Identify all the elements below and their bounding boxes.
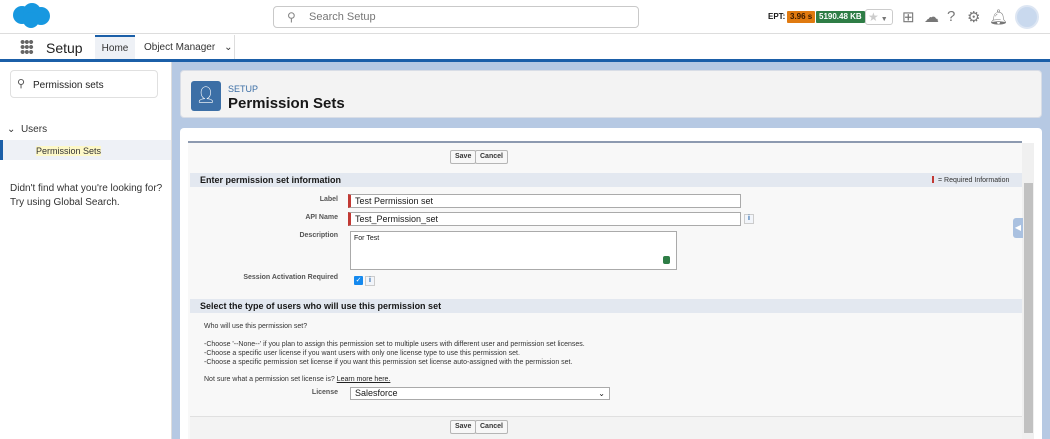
- session-activation-label: Session Activation Required: [243, 274, 338, 281]
- quick-find-input[interactable]: ⚲ Permission sets: [10, 70, 158, 98]
- tab-home[interactable]: Home: [95, 35, 135, 59]
- favorites-button[interactable]: ★ ▼: [865, 9, 893, 25]
- description-textarea[interactable]: For Test: [350, 231, 677, 270]
- app-name: Setup: [46, 40, 83, 56]
- star-icon: ★: [868, 10, 879, 24]
- license-value: Salesforce: [355, 388, 398, 398]
- grammarly-icon[interactable]: [663, 256, 670, 264]
- label-field-label: Label: [319, 196, 338, 203]
- breadcrumb: SETUP: [228, 84, 259, 94]
- help-line: Didn't find what you're looking for?: [10, 183, 163, 194]
- tab-object-manager[interactable]: Object Manager ⌄: [135, 35, 235, 59]
- not-sure-text: Not sure what a permission set license i…: [204, 375, 390, 384]
- trailhead-icon[interactable]: ☁: [924, 8, 939, 26]
- salesforce-logo[interactable]: [11, 3, 51, 29]
- ept-time-badge: 3.96 s: [787, 11, 816, 23]
- form-footer: [190, 416, 1022, 439]
- ept-label: EPT:: [768, 12, 786, 21]
- required-marker: [932, 176, 934, 183]
- cancel-button-bottom[interactable]: Cancel: [475, 420, 508, 434]
- help-text: Didn't find what you're looking for? Try …: [10, 182, 162, 210]
- help-icon[interactable]: ?: [947, 8, 955, 25]
- user-icon: 👤︎: [191, 81, 221, 111]
- search-placeholder: Search Setup: [309, 11, 376, 23]
- description-label: Description: [299, 232, 338, 239]
- instruction-line: -Choose a specific user license if you w…: [204, 350, 520, 357]
- required-note-text: = Required Information: [938, 177, 1010, 184]
- session-activation-checkbox[interactable]: ✓: [354, 276, 363, 285]
- section-header-info: Enter permission set information: [190, 173, 1022, 187]
- gear-icon[interactable]: ⚙: [967, 8, 980, 26]
- tab-label: Object Manager: [144, 42, 216, 53]
- search-icon: ⚲: [17, 78, 26, 90]
- chevron-down-icon: ⌄: [598, 389, 605, 398]
- who-text: Who will use this permission set?: [204, 323, 308, 330]
- collapse-handle[interactable]: ◀: [1013, 218, 1023, 238]
- required-note: = Required Information: [932, 176, 1009, 184]
- bell-icon[interactable]: 🔔︎: [989, 8, 1008, 26]
- info-icon[interactable]: i: [744, 214, 754, 224]
- cancel-button[interactable]: Cancel: [475, 150, 508, 164]
- license-select[interactable]: Salesforce ⌄: [350, 387, 610, 400]
- scrollbar-thumb[interactable]: [1024, 183, 1033, 433]
- license-label: License: [311, 389, 338, 396]
- quick-find-value: Permission sets: [33, 80, 104, 91]
- learn-more-link[interactable]: Learn more here.: [337, 376, 391, 383]
- global-search-input[interactable]: ⚲ Search Setup: [273, 6, 639, 28]
- save-button[interactable]: Save: [450, 150, 477, 164]
- chevron-down-icon: ⌄: [7, 124, 16, 135]
- not-sure-label: Not sure what a permission set license i…: [204, 376, 335, 383]
- ept-size-badge: 5190.48 KB: [816, 11, 865, 23]
- section-header-license: Select the type of users who will use th…: [190, 299, 1022, 313]
- group-label: Users: [20, 124, 48, 135]
- instructions: -Choose '--None--' if you plan to assign…: [204, 340, 585, 367]
- help-line: Try using Global Search.: [10, 197, 120, 208]
- label-input[interactable]: Test Permission set: [348, 194, 741, 208]
- chevron-down-icon: ▼: [880, 16, 888, 23]
- info-icon[interactable]: i: [365, 276, 375, 286]
- sidebar-group-users[interactable]: ⌄ Users: [7, 124, 47, 135]
- instruction-line: -Choose '--None--' if you plan to assign…: [204, 341, 585, 348]
- chevron-down-icon[interactable]: ⌄: [224, 42, 232, 53]
- sidebar: [0, 62, 172, 439]
- search-icon: ⚲: [287, 10, 296, 24]
- api-name-label: API Name: [305, 214, 338, 221]
- instruction-line: -Choose a specific permission set licens…: [204, 359, 573, 366]
- save-button-bottom[interactable]: Save: [450, 420, 477, 434]
- api-name-input[interactable]: Test_Permission_set: [348, 212, 741, 226]
- avatar[interactable]: [1015, 5, 1039, 29]
- app-launcher-icon[interactable]: ••• ••• •••: [20, 35, 34, 60]
- add-icon[interactable]: ⊞: [902, 8, 915, 26]
- sidebar-item-label[interactable]: Permission Sets: [36, 146, 102, 156]
- page-title: Permission Sets: [228, 95, 345, 112]
